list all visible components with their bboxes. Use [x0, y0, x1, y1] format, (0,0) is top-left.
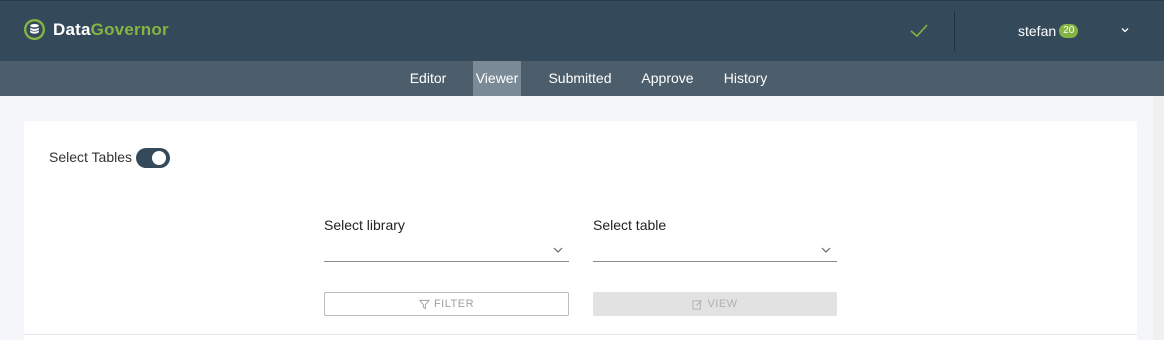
- filter-button-label: FILTER: [433, 298, 475, 310]
- top-header: DataGovernor stefan 20: [0, 0, 1164, 61]
- header-divider: [954, 11, 955, 51]
- chevron-down-icon[interactable]: [1120, 25, 1130, 35]
- content-card: [24, 121, 1137, 340]
- page-scrollbar[interactable]: [1153, 96, 1164, 340]
- card-divider: [24, 334, 1137, 335]
- chevron-down-icon: [553, 247, 563, 253]
- select-tables-label: Select Tables: [49, 149, 133, 165]
- main-nav: Editor Viewer Submitted Approve History: [0, 61, 1164, 96]
- nav-history[interactable]: History: [716, 61, 775, 96]
- select-tables-toggle[interactable]: [136, 148, 170, 168]
- select-library-dropdown[interactable]: [324, 237, 569, 262]
- brand-name: DataGovernor: [53, 19, 169, 39]
- select-table-label: Select table: [593, 217, 667, 233]
- nav-approve[interactable]: Approve: [634, 61, 701, 96]
- filter-button[interactable]: FILTER: [324, 292, 569, 316]
- username: stefan: [1018, 23, 1057, 39]
- nav-viewer[interactable]: Viewer: [473, 61, 521, 96]
- select-table-dropdown[interactable]: [593, 237, 837, 262]
- toggle-knob: [152, 151, 166, 165]
- app-logo[interactable]: DataGovernor: [23, 18, 169, 41]
- database-logo-icon: [23, 18, 46, 41]
- nav-submitted[interactable]: Submitted: [540, 61, 620, 96]
- filter-icon: [418, 299, 430, 309]
- view-button[interactable]: VIEW: [593, 292, 837, 316]
- edit-icon: [692, 299, 703, 310]
- view-button-label: VIEW: [707, 298, 738, 310]
- nav-editor[interactable]: Editor: [402, 61, 454, 96]
- user-menu[interactable]: stefan 20: [1018, 23, 1079, 39]
- notification-badge: 20: [1059, 24, 1079, 38]
- chevron-down-icon: [821, 247, 831, 253]
- select-library-label: Select library: [324, 217, 405, 233]
- check-icon[interactable]: [908, 21, 930, 41]
